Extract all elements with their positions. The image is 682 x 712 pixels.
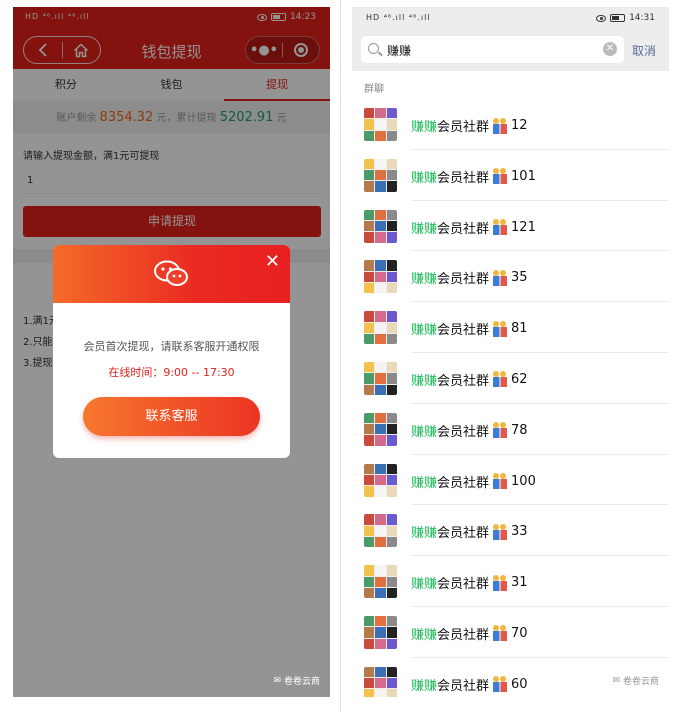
- group-result-row[interactable]: 赚赚 会员社群 33: [352, 505, 669, 557]
- wechat-search-screen: HD ⁴⁶.ıll ⁴⁶.ıll 14:31 赚赚 ✕ 取消 群聊 赚赚 会员社群…: [352, 7, 669, 697]
- group-avatar: [364, 108, 397, 141]
- group-member-count: 78: [511, 422, 528, 438]
- contact-service-button[interactable]: 联系客服: [83, 397, 260, 436]
- group-result-row[interactable]: 赚赚 会员社群 12: [352, 99, 669, 150]
- group-name: 赚赚 会员社群 121: [411, 219, 536, 237]
- group-avatar: [364, 311, 397, 345]
- group-people-icon: [493, 422, 508, 439]
- group-member-count: 100: [511, 473, 536, 489]
- group-name: 赚赚 会员社群 70: [411, 625, 528, 643]
- group-avatar: [364, 514, 397, 548]
- group-name: 赚赚 会员社群 78: [411, 422, 528, 440]
- group-people-icon: [493, 523, 508, 540]
- wallet-withdraw-screen: HD ⁴⁶.ıll ⁴⁶.ıll 14:23 钱包提现 •●• 积分 钱包 提现…: [13, 7, 330, 697]
- group-name: 赚赚 会员社群 101: [411, 168, 536, 186]
- group-result-row[interactable]: 赚赚 会员社群 81: [352, 302, 669, 353]
- group-people-icon: [493, 219, 508, 236]
- group-name: 赚赚 会员社群 62: [411, 371, 528, 389]
- group-result-row[interactable]: 赚赚 会员社群 101: [352, 150, 669, 201]
- group-avatar: [364, 666, 397, 697]
- group-result-row[interactable]: 赚赚 会员社群 35: [352, 251, 669, 303]
- group-member-count: 70: [511, 625, 528, 641]
- screenshot-canvas: HD ⁴⁶.ıll ⁴⁶.ıll 14:23 钱包提现 •●• 积分 钱包 提现…: [0, 0, 682, 712]
- group-name: 赚赚 会员社群 31: [411, 574, 528, 593]
- group-result-row[interactable]: 赚赚 会员社群 78: [352, 404, 669, 455]
- group-member-count: 12: [511, 118, 528, 133]
- clear-icon[interactable]: ✕: [603, 42, 617, 56]
- group-name: 赚赚 会员社群 100: [411, 473, 536, 491]
- search-bar: 赚赚 ✕ 取消: [352, 31, 669, 71]
- group-member-count: 81: [511, 321, 528, 337]
- group-name: 赚赚 会员社群 12: [411, 117, 528, 135]
- dialog-message: 会员首次提现，请联系客服开通权限: [83, 340, 260, 353]
- group-avatar: [364, 209, 397, 243]
- group-avatar: [364, 361, 397, 395]
- group-avatar: [364, 260, 397, 294]
- status-bar: HD ⁴⁶.ıll ⁴⁶.ıll 14:31: [352, 7, 669, 31]
- group-result-row[interactable]: 赚赚 会员社群 70: [352, 607, 669, 658]
- cancel-button[interactable]: 取消: [632, 42, 656, 59]
- watermark: ✉ 卷卷云商: [612, 675, 659, 688]
- search-input[interactable]: 赚赚 ✕: [361, 36, 624, 63]
- group-member-count: 35: [511, 270, 528, 286]
- group-name: 赚赚 会员社群 60: [411, 676, 528, 694]
- service-hours: 在线时间：9:00 -- 17:30: [108, 366, 235, 379]
- group-people-icon: [493, 117, 508, 134]
- group-member-count: 31: [511, 575, 528, 591]
- wechat-small-icon: ✉: [273, 675, 281, 686]
- signal-indicator: HD ⁴⁶.ıll ⁴⁶.ıll: [366, 13, 431, 22]
- wechat-icon: [154, 260, 188, 286]
- group-people-icon: [493, 269, 508, 286]
- group-result-row[interactable]: 赚赚 会员社群 100: [352, 455, 669, 506]
- group-member-count: 101: [511, 168, 536, 184]
- group-people-icon: [493, 168, 508, 185]
- wechat-small-icon: ✉: [612, 675, 620, 686]
- group-avatar: [364, 615, 397, 649]
- group-avatar: [364, 565, 397, 599]
- group-people-icon: [493, 371, 508, 388]
- section-title: 群聊: [364, 84, 384, 95]
- group-name: 赚赚 会员社群 35: [411, 269, 528, 288]
- search-icon: [368, 43, 379, 54]
- group-member-count: 60: [511, 676, 528, 692]
- group-results-list: 赚赚 会员社群 12 赚赚 会员社群 101 赚赚 会员社群 121 赚赚 会员社群 35 赚赚 会员社群…: [352, 99, 669, 697]
- group-people-icon: [493, 625, 508, 642]
- group-result-row[interactable]: 赚赚 会员社群 31: [352, 556, 669, 607]
- group-people-icon: [493, 574, 508, 591]
- group-member-count: 121: [511, 219, 536, 235]
- eye-icon: [596, 14, 607, 22]
- group-name: 赚赚 会员社群 81: [411, 320, 528, 339]
- watermark: ✉ 卷卷云商: [273, 675, 320, 688]
- contact-service-dialog: ✕ 会员首次提现，请联系客服开通权限 在线时间：9:00 -- 17:30 联系…: [53, 245, 290, 458]
- group-result-row[interactable]: 赚赚 会员社群 121: [352, 201, 669, 252]
- group-member-count: 62: [511, 371, 528, 387]
- battery-icon: [610, 14, 626, 22]
- group-people-icon: [493, 676, 508, 693]
- close-icon[interactable]: ✕: [265, 253, 280, 271]
- group-avatar: [364, 158, 397, 192]
- group-member-count: 33: [511, 524, 528, 540]
- group-result-row[interactable]: 赚赚 会员社群 62: [352, 353, 669, 404]
- group-people-icon: [493, 473, 508, 490]
- group-name: 赚赚 会员社群 33: [411, 523, 528, 542]
- group-avatar: [364, 412, 397, 446]
- group-avatar: [364, 463, 397, 497]
- status-time: 14:31: [629, 13, 655, 23]
- search-query: 赚赚: [387, 44, 412, 58]
- group-people-icon: [493, 320, 508, 337]
